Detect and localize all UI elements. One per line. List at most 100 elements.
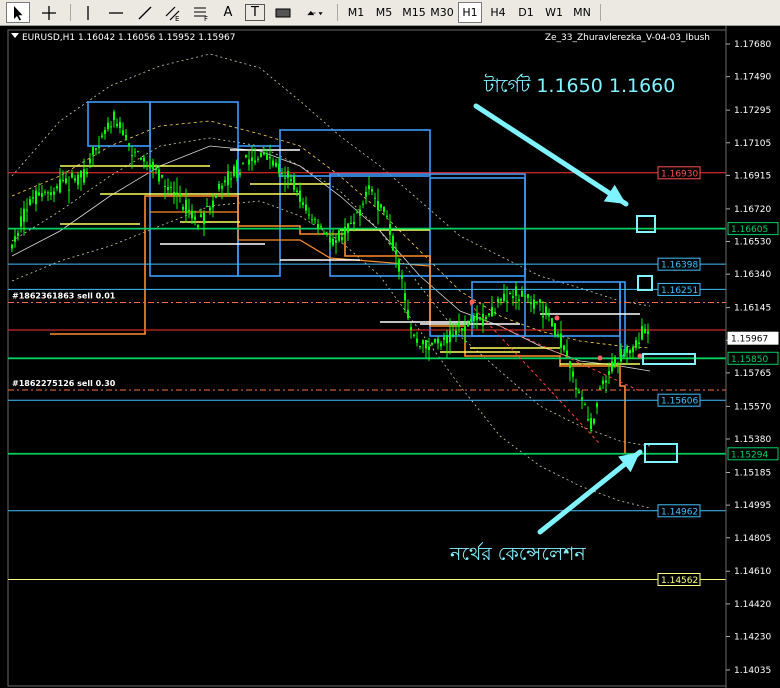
candle-body <box>410 327 412 331</box>
trendline-icon[interactable] <box>134 2 156 23</box>
candle-body <box>188 209 190 212</box>
candle-body <box>173 192 175 194</box>
timeframe-m30[interactable]: M30 <box>428 2 456 23</box>
candle-body <box>221 185 223 189</box>
price-tag: 1.15967 <box>731 335 768 345</box>
candle-body <box>218 183 220 190</box>
candle-body <box>404 293 406 301</box>
timeframe-m15[interactable]: M15 <box>400 2 428 23</box>
candle-body <box>584 404 586 406</box>
crosshair-icon[interactable] <box>37 2 61 23</box>
chart-toolbar: E F A T M1 M5 M15 M30 H1 H4 D1 W1 MN <box>0 0 780 26</box>
candle-body <box>479 316 481 320</box>
candle-body <box>140 157 142 160</box>
candle-body <box>413 334 415 336</box>
level-box-4 <box>237 145 281 277</box>
candle-body <box>593 418 595 424</box>
candle-body <box>296 190 298 192</box>
candle-body <box>569 361 571 368</box>
candle-body <box>464 326 466 332</box>
candle-body <box>599 387 601 389</box>
candle-body <box>137 151 139 153</box>
candle-body <box>590 418 592 429</box>
candle-body <box>176 192 178 194</box>
candle-body <box>314 219 316 221</box>
candle-body <box>194 216 196 220</box>
text-label-icon[interactable]: T <box>245 4 265 21</box>
candle-body <box>644 328 646 334</box>
candle-body <box>59 179 61 193</box>
candle-body <box>290 179 292 181</box>
candle-body <box>242 162 244 164</box>
candle-body <box>74 178 76 181</box>
timeframe-m1[interactable]: M1 <box>344 2 368 23</box>
candle-body <box>155 168 157 171</box>
candle-body <box>530 303 532 305</box>
vertical-line-icon[interactable] <box>77 2 99 23</box>
candle-body <box>443 337 445 340</box>
candle-body <box>98 146 100 148</box>
price-chart[interactable]: টার্গেট 1.1650 1.1660 নর্থের কেন্সেলেশন EU… <box>0 26 780 688</box>
order-label-2[interactable]: #1862275126 sell 0.30 <box>12 379 116 388</box>
equidistant-channel-icon[interactable]: E <box>162 2 184 23</box>
price-tag: 1.16930 <box>661 169 698 179</box>
candle-body <box>179 193 181 197</box>
candle-body <box>77 174 79 185</box>
candle-body <box>167 187 169 190</box>
candle-body <box>482 313 484 326</box>
candle-body <box>32 197 34 199</box>
arrows-dropdown-icon[interactable] <box>300 2 330 23</box>
candle-body <box>83 169 85 183</box>
candle-body <box>614 356 616 365</box>
candle-body <box>578 391 580 394</box>
timeframe-mn[interactable]: MN <box>570 2 594 23</box>
candle-body <box>11 244 13 249</box>
candle-body <box>377 200 379 210</box>
signal-dot-2 <box>554 315 560 321</box>
target-annotation: টার্গেট 1.1650 1.1660 <box>483 74 675 97</box>
timeframe-m5[interactable]: M5 <box>372 2 396 23</box>
timeframe-h1[interactable]: H1 <box>458 2 482 23</box>
horizontal-line-icon[interactable] <box>105 2 127 23</box>
candle-body <box>281 173 283 175</box>
signal-dot-3 <box>597 355 603 361</box>
candle-body <box>305 204 307 211</box>
timeframe-w1[interactable]: W1 <box>542 2 566 23</box>
timeframe-h4[interactable]: H4 <box>486 2 510 23</box>
indicator-name: Ze_33_Zhuravlerezka_V-04-03_Ibush <box>545 33 710 43</box>
candle-body <box>386 215 388 217</box>
candle-body <box>86 171 88 175</box>
candle-body <box>500 298 502 301</box>
candle-body <box>263 152 265 155</box>
timeframe-d1[interactable]: D1 <box>514 2 538 23</box>
rectangle-icon[interactable] <box>272 2 294 23</box>
candle-body <box>632 347 634 353</box>
price-scale-label: 1.16530 <box>734 238 771 248</box>
header-dropdown-icon[interactable] <box>11 33 19 38</box>
cursor-arrow-icon[interactable] <box>6 2 30 23</box>
price-tag: 1.14962 <box>661 507 698 517</box>
candle-body <box>527 294 529 298</box>
candle-body <box>575 387 577 390</box>
candle-body <box>617 362 619 364</box>
candle-body <box>470 318 472 322</box>
candle-body <box>134 151 136 153</box>
candle-body <box>473 316 475 322</box>
candle-body <box>47 192 49 194</box>
candle-body <box>35 190 37 205</box>
candle-body <box>374 197 376 199</box>
candle-body <box>269 156 271 159</box>
candle-body <box>596 403 598 408</box>
text-icon[interactable]: A <box>218 2 238 23</box>
candle-body <box>419 345 421 347</box>
candle-body <box>254 160 256 163</box>
chart-area[interactable]: টার্গেট 1.1650 1.1660 নর্থের কেন্সেলেশন EU… <box>0 26 780 688</box>
candle-body <box>437 338 439 344</box>
arrow-to-target <box>473 103 629 207</box>
candle-body <box>557 334 559 336</box>
candle-body <box>395 250 397 255</box>
order-label-1[interactable]: #1862361863 sell 0.01 <box>12 291 116 300</box>
candle-body <box>431 342 433 345</box>
fibonacci-icon[interactable]: F <box>190 2 212 23</box>
candle-body <box>635 340 637 348</box>
